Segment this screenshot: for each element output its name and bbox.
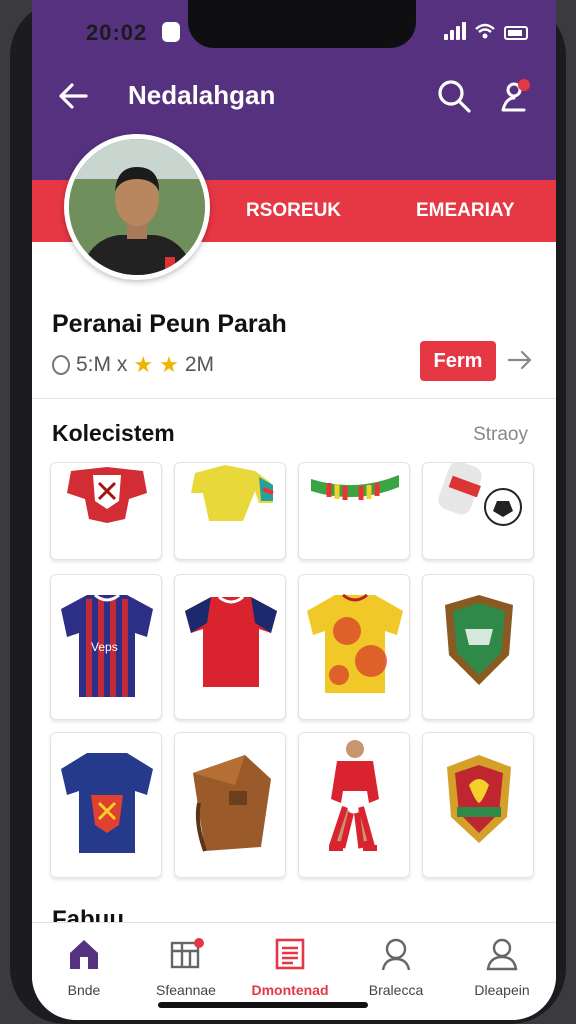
collection-item-scarf[interactable] [298,462,410,560]
collection-item-red-shield[interactable] [422,732,534,878]
collection-item-purple-jersey[interactable]: Veps [50,574,162,720]
document-icon [275,938,305,970]
nav-label-grid: Sfeannae [156,982,216,998]
collection-item-can-ball[interactable] [422,462,534,560]
tab-first[interactable]: RSOREUK [246,200,341,222]
player-figure-icon [329,740,379,851]
nav-item-profile[interactable]: Bralecca [346,937,446,998]
collection-item-green-shield[interactable] [422,574,534,720]
notification-person-icon[interactable] [496,76,536,116]
nav-item-grid[interactable]: Sfeannae [136,937,236,998]
grid-icon [170,938,204,969]
svg-text:Veps: Veps [91,640,118,654]
tab-second[interactable]: EMEARIAY [416,200,515,222]
stat-two: 2M [184,353,214,376]
yellow-jersey-icon [191,465,274,521]
nav-item-user[interactable]: Dleapein [452,937,552,998]
striped-scarf-icon [311,475,399,500]
red-shield-icon [447,755,511,843]
collection-item-red-jersey[interactable] [174,574,286,720]
user-icon [486,938,518,971]
collection-item-bag[interactable] [174,732,286,878]
avatar-photo [69,139,205,275]
nav-label-home: Bnde [67,982,101,998]
avatar[interactable] [64,134,210,280]
profile-icon [381,938,411,971]
top-bar: Nedalahgan [32,70,556,120]
home-icon [70,940,98,969]
nav-item-document[interactable]: Dmontenad [240,937,340,998]
red-jersey-icon [185,595,277,687]
app-screen: 20:02 Nedalahgan RSOREUK EMEARIAY Perana… [32,0,556,1020]
collection-item-navy-jersey[interactable] [50,732,162,878]
divider [32,398,556,399]
nav-label-profile: Bralecca [368,982,424,998]
battery-icon [504,26,528,40]
nav-label-user: Dleapein [474,982,530,998]
star-icon: ★ [133,352,154,377]
page-title: Nedalahgan [128,80,276,110]
can-and-ball-icon [438,463,522,526]
back-arrow-icon[interactable] [54,76,94,116]
red-crest-icon [67,467,147,523]
stat-one: 5:M x [76,353,128,376]
signal-icon [444,22,466,40]
follow-button[interactable]: Ferm [420,341,496,381]
nav-item-home[interactable]: Bnde [34,937,134,998]
person-portrait-icon [69,139,205,275]
nav-label-document: Dmontenad [251,982,329,998]
navy-jersey-icon [61,753,153,853]
home-indicator[interactable] [158,1002,368,1008]
search-icon[interactable] [434,76,474,116]
profile-name: Peranai Peun Parah [52,310,287,338]
star-icon: ★ [159,352,179,377]
status-icons [444,22,528,40]
collection-item-yellow-red-jersey[interactable] [298,574,410,720]
collection-title: Kolecistem [52,420,175,446]
collection-see-all-link[interactable]: Straoy [473,424,528,446]
collection-item-player-figure[interactable] [298,732,410,878]
arrow-right-icon[interactable] [506,346,534,374]
collection-item-yellow-jersey[interactable] [174,462,286,560]
yellow-red-jersey-icon [307,593,403,693]
purple-striped-jersey-icon: Veps [61,593,153,697]
status-time: 20:02 [86,20,148,45]
notch [188,0,416,48]
lock-icon [162,22,180,42]
leather-bag-icon [193,755,271,852]
ring-icon [52,355,70,375]
green-shield-icon [445,595,513,685]
profile-stats: 5:M x ★ ★ 2M [52,352,214,378]
wifi-icon [475,23,495,39]
collection-item-red-crest[interactable] [50,462,162,560]
